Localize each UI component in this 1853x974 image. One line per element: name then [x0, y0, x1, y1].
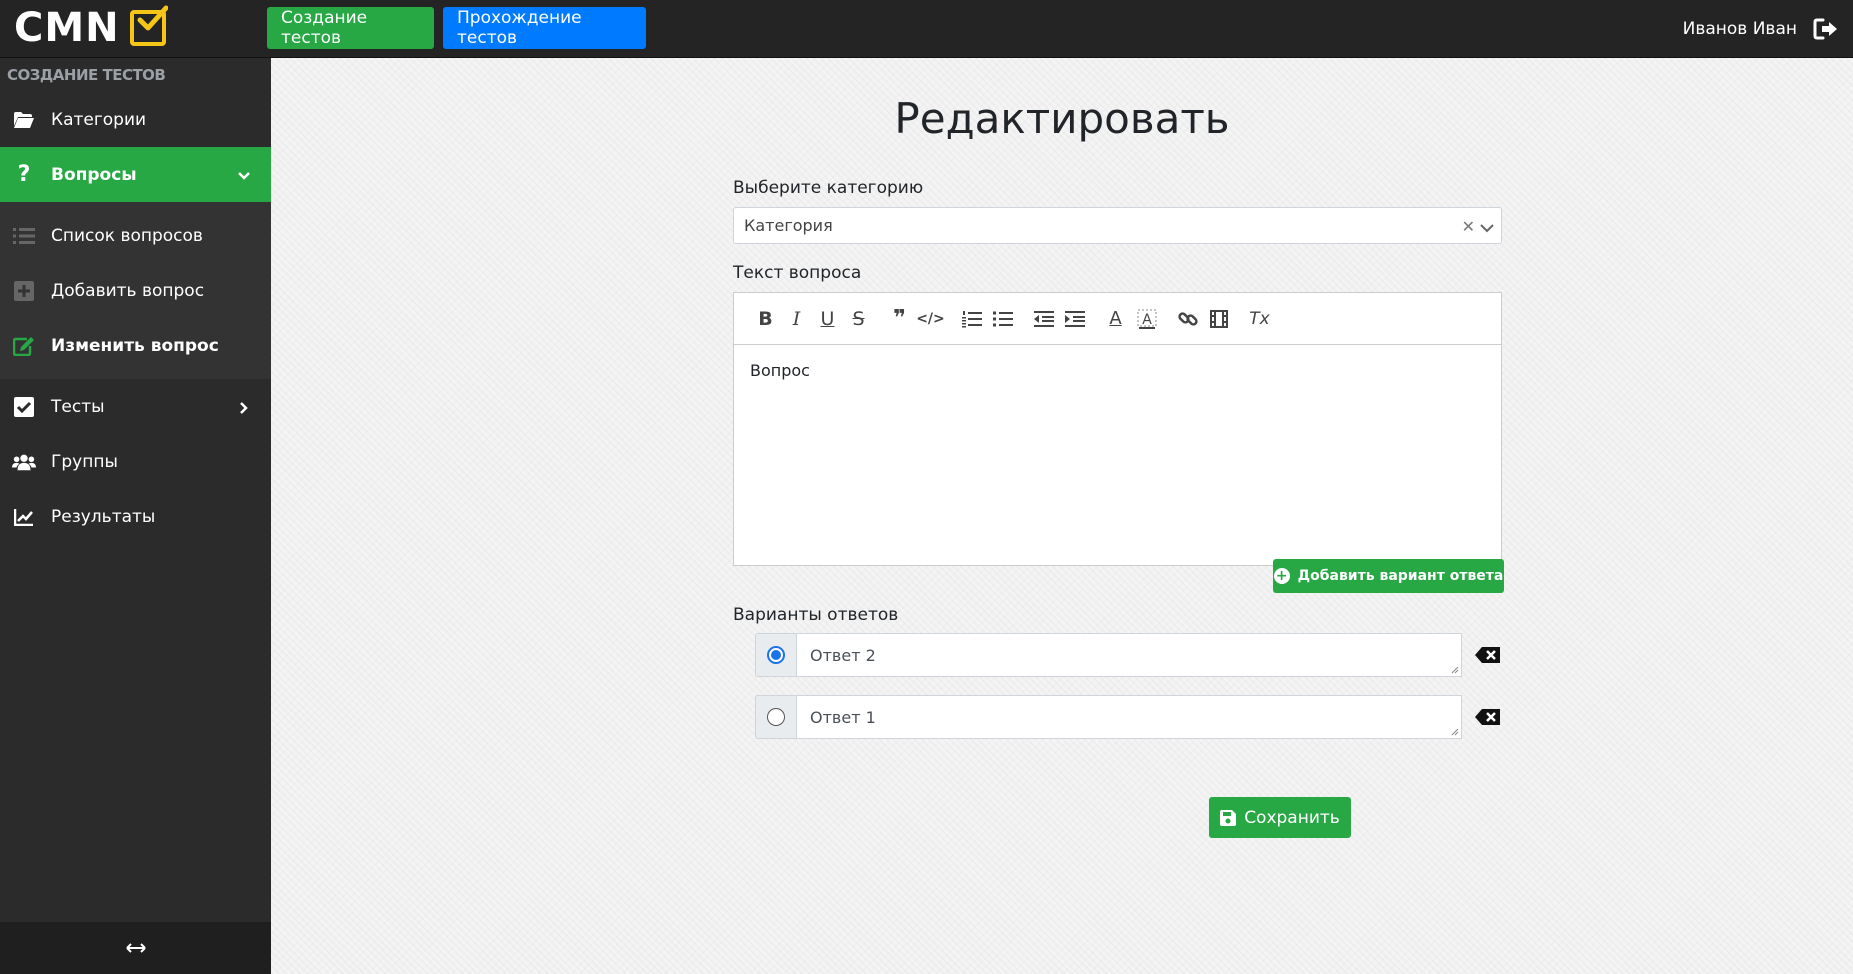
- sidebar-resize-toggle[interactable]: [0, 922, 271, 974]
- plus-circle-icon: +: [1273, 568, 1290, 584]
- clear-format-icon[interactable]: Tx: [1244, 305, 1275, 333]
- sidebar-item-label: Группы: [51, 451, 118, 472]
- answer-row: Ответ 2: [755, 633, 1502, 677]
- category-select[interactable]: Категория ✕: [733, 207, 1502, 244]
- blockquote-icon[interactable]: ❞: [884, 305, 915, 333]
- sidebar-item-label: Список вопросов: [51, 225, 203, 246]
- users-icon: [12, 450, 36, 474]
- logo-text: CMN: [14, 5, 120, 51]
- svg-text:A: A: [1142, 312, 1152, 328]
- save-label: Сохранить: [1244, 807, 1340, 828]
- answer-text-input[interactable]: Ответ 2: [796, 633, 1462, 677]
- sidebar: Создание тестов Категории ? Вопросы Спис…: [0, 58, 271, 974]
- indent-icon[interactable]: [1059, 305, 1090, 333]
- sidebar-item-results[interactable]: Результаты: [0, 489, 271, 544]
- answer-row: Ответ 1: [755, 695, 1502, 739]
- correct-answer-radio[interactable]: [767, 646, 785, 664]
- answer-text: Ответ 2: [810, 645, 876, 665]
- sidebar-item-categories[interactable]: Категории: [0, 92, 271, 147]
- sidebar-item-label: Добавить вопрос: [51, 280, 205, 301]
- checkbox-logo-icon: [129, 5, 168, 46]
- add-answer-label: Добавить вариант ответа: [1297, 568, 1504, 584]
- sidebar-item-label: Тесты: [51, 396, 105, 417]
- answer-text-input[interactable]: Ответ 1: [796, 695, 1462, 739]
- editor-toolbar: B I U S ❞ </> A A Tx: [734, 293, 1501, 345]
- sidebar-item-label: Вопросы: [51, 164, 137, 185]
- answers-label: Варианты ответов: [733, 605, 899, 625]
- sidebar-item-label: Категории: [51, 109, 147, 130]
- video-icon[interactable]: [1203, 305, 1234, 333]
- top-bar: CMN Создание тестов Прохождение тестов И…: [0, 0, 1853, 58]
- resize-grip-icon[interactable]: [1451, 728, 1459, 736]
- background-color-icon[interactable]: A: [1131, 305, 1162, 333]
- italic-icon[interactable]: I: [781, 305, 812, 333]
- create-tests-button[interactable]: Создание тестов: [267, 7, 434, 49]
- correct-answer-radio[interactable]: [767, 708, 785, 726]
- sidebar-item-tests[interactable]: Тесты: [0, 379, 271, 434]
- sidebar-item-add-question[interactable]: Добавить вопрос: [0, 263, 271, 318]
- chevron-down-icon[interactable]: [1479, 219, 1495, 233]
- answers-list: Ответ 2 Ответ 1: [755, 633, 1502, 757]
- sidebar-item-groups[interactable]: Группы: [0, 434, 271, 489]
- answer-radio-box[interactable]: [755, 633, 796, 677]
- add-answer-button[interactable]: + Добавить вариант ответа: [1273, 559, 1504, 593]
- category-label: Выберите категорию: [733, 178, 924, 198]
- chart-line-icon: [12, 505, 36, 529]
- sidebar-item-label: Результаты: [51, 506, 156, 527]
- answer-radio-box[interactable]: [755, 695, 796, 739]
- text-color-icon[interactable]: A: [1100, 305, 1131, 333]
- edit-question-form: Выберите категорию Категория ✕ Текст воп…: [733, 178, 1504, 838]
- bold-icon[interactable]: B: [750, 305, 781, 333]
- sidebar-item-label: Изменить вопрос: [51, 335, 219, 356]
- code-icon[interactable]: </>: [915, 305, 946, 333]
- question-text-label: Текст вопроса: [733, 263, 862, 283]
- bullet-list-icon[interactable]: [987, 305, 1018, 333]
- underline-icon[interactable]: U: [812, 305, 843, 333]
- question-mark-icon: ?: [17, 162, 31, 187]
- folder-open-icon: [12, 108, 36, 132]
- rich-text-editor: B I U S ❞ </> A A Tx Вопрос: [733, 292, 1502, 566]
- save-button[interactable]: Сохранить: [1209, 797, 1351, 838]
- questions-submenu: Список вопросов Добавить вопрос Изменить…: [0, 202, 271, 379]
- delete-answer-icon[interactable]: [1474, 645, 1502, 665]
- category-value: Категория: [744, 216, 833, 235]
- sidebar-item-question-list[interactable]: Список вопросов: [0, 208, 271, 263]
- check-square-icon: [12, 395, 36, 419]
- edit-icon: [12, 334, 36, 358]
- sidebar-item-edit-question[interactable]: Изменить вопрос: [0, 318, 271, 373]
- outdent-icon[interactable]: [1028, 305, 1059, 333]
- page-title: Редактировать: [894, 94, 1230, 143]
- chevron-down-icon: [237, 168, 251, 182]
- chevron-right-icon: [237, 400, 251, 414]
- resize-grip-icon[interactable]: [1451, 666, 1459, 674]
- clear-icon[interactable]: ✕: [1462, 217, 1475, 236]
- delete-answer-icon[interactable]: [1474, 707, 1502, 727]
- strikethrough-icon[interactable]: S: [843, 305, 874, 333]
- sidebar-item-questions[interactable]: ? Вопросы: [0, 147, 271, 202]
- app-logo[interactable]: CMN: [14, 5, 168, 51]
- answer-text: Ответ 1: [810, 707, 876, 727]
- user-name[interactable]: Иванов Иван: [1683, 0, 1797, 58]
- question-text-editor[interactable]: Вопрос: [734, 345, 1501, 565]
- ordered-list-icon[interactable]: [956, 305, 987, 333]
- logout-icon[interactable]: [1813, 17, 1839, 41]
- main-content: Редактировать Выберите категорию Категор…: [271, 58, 1853, 974]
- save-icon: [1220, 809, 1237, 826]
- link-icon[interactable]: [1172, 305, 1203, 333]
- plus-square-icon: [12, 279, 36, 303]
- sidebar-section-title: Создание тестов: [7, 66, 166, 84]
- list-icon: [12, 224, 36, 248]
- arrows-horizontal-icon: [125, 943, 146, 953]
- take-tests-button[interactable]: Прохождение тестов: [443, 7, 646, 49]
